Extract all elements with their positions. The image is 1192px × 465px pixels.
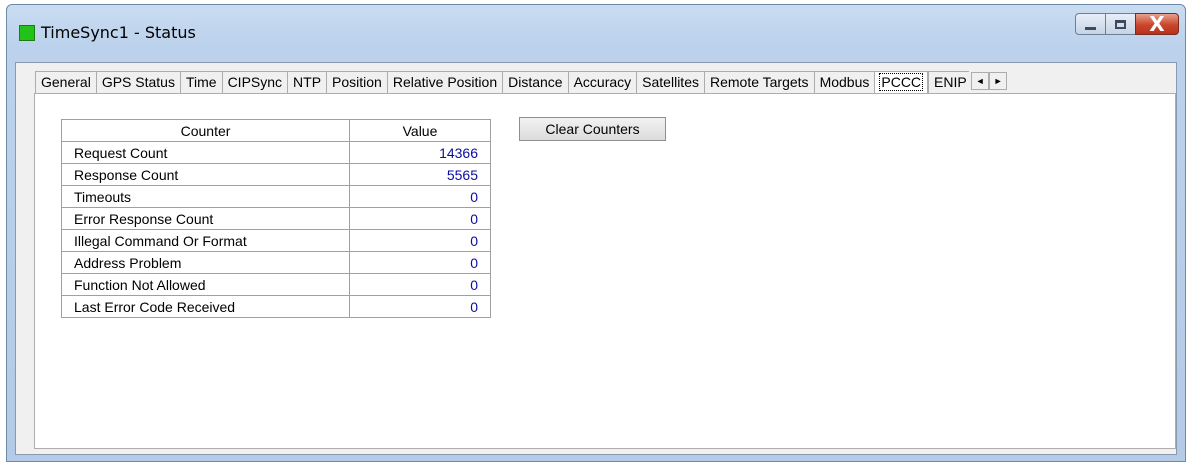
title-bar[interactable]: TimeSync1 - Status X — [7, 5, 1185, 63]
close-icon: X — [1149, 12, 1165, 36]
tab-label: CIPSync — [227, 74, 283, 90]
tab-label: GPS Status — [101, 74, 175, 90]
counter-name: Response Count — [61, 163, 350, 186]
tab-satellites[interactable]: Satellites — [636, 71, 704, 93]
table-row[interactable]: Response Count 5565 — [61, 163, 491, 186]
column-header-counter[interactable]: Counter — [61, 119, 350, 142]
window-title: TimeSync1 - Status — [41, 23, 196, 42]
tab-label: Distance — [508, 74, 563, 90]
tab-label: Position — [332, 74, 382, 90]
tab-scroll-controls: ◄ ► — [971, 72, 1008, 93]
table-row[interactable]: Error Response Count 0 — [61, 207, 491, 230]
counter-name: Address Problem — [61, 251, 350, 274]
tab-label: Remote Targets — [709, 74, 809, 90]
table-row[interactable]: Function Not Allowed 0 — [61, 273, 491, 296]
counter-name: Function Not Allowed — [61, 273, 350, 296]
close-button[interactable]: X — [1135, 13, 1179, 35]
tab-general[interactable]: General — [35, 71, 96, 93]
maximize-button[interactable] — [1105, 13, 1135, 35]
tab-remote-targets[interactable]: Remote Targets — [703, 71, 814, 93]
counter-table: Counter Value Request Count 14366 Respon… — [61, 119, 491, 318]
tab-label: Modbus — [819, 74, 870, 90]
counter-value: 0 — [349, 273, 491, 296]
tab-position[interactable]: Position — [326, 71, 387, 93]
clear-counters-button[interactable]: Clear Counters — [519, 117, 666, 141]
minimize-icon — [1085, 26, 1096, 30]
counter-name: Error Response Count — [61, 207, 350, 230]
column-header-value[interactable]: Value — [349, 119, 491, 142]
tab-relative-position[interactable]: Relative Position — [386, 71, 503, 93]
tab-label: Satellites — [642, 74, 699, 90]
counter-value: 14366 — [349, 141, 491, 164]
counter-value: 0 — [349, 295, 491, 318]
counter-value: 5565 — [349, 163, 491, 186]
pccc-tab-page: Counter Value Request Count 14366 Respon… — [34, 93, 1176, 449]
table-row[interactable]: Request Count 14366 — [61, 141, 491, 164]
tab-distance[interactable]: Distance — [502, 71, 568, 93]
tab-gps-status[interactable]: GPS Status — [95, 71, 180, 93]
minimize-button[interactable] — [1075, 13, 1105, 35]
client-area: General GPS Status Time CIPSync NTP Posi… — [15, 62, 1177, 455]
tab-label: NTP — [293, 74, 322, 90]
tab-label: ENIP — [934, 74, 967, 90]
tab-modbus[interactable]: Modbus — [813, 71, 875, 93]
counter-value: 0 — [349, 251, 491, 274]
tab-label: Accuracy — [573, 74, 632, 90]
tab-ntp[interactable]: NTP — [287, 71, 327, 93]
tab-scroll-right-icon[interactable]: ► — [989, 72, 1008, 90]
maximize-icon — [1115, 19, 1126, 29]
counter-name: Timeouts — [61, 185, 350, 208]
table-row[interactable]: Illegal Command Or Format 0 — [61, 229, 491, 252]
tab-accuracy[interactable]: Accuracy — [567, 71, 637, 93]
tab-enip[interactable]: ENIP — [928, 71, 970, 93]
counter-name: Request Count — [61, 141, 350, 164]
tab-time[interactable]: Time — [179, 71, 222, 93]
tab-label: General — [41, 74, 91, 90]
tab-pccc[interactable]: PCCC — [874, 71, 929, 94]
counter-name: Illegal Command Or Format — [61, 229, 350, 252]
status-window: TimeSync1 - Status X General GPS Status … — [6, 4, 1186, 462]
table-row[interactable]: Last Error Code Received 0 — [61, 295, 491, 318]
counter-name: Last Error Code Received — [61, 295, 350, 318]
table-row[interactable]: Address Problem 0 — [61, 251, 491, 274]
counter-value: 0 — [349, 185, 491, 208]
tab-cipsync[interactable]: CIPSync — [221, 71, 288, 93]
tab-scroll-left-icon[interactable]: ◄ — [971, 72, 990, 90]
counter-value: 0 — [349, 207, 491, 230]
table-row[interactable]: Timeouts 0 — [61, 185, 491, 208]
tab-strip: General GPS Status Time CIPSync NTP Posi… — [35, 71, 1008, 94]
tab-label: PCCC — [879, 73, 924, 91]
counter-value: 0 — [349, 229, 491, 252]
tab-label: Relative Position — [392, 74, 498, 90]
window-controls: X — [1075, 13, 1179, 35]
table-header-row: Counter Value — [61, 119, 491, 142]
tab-label: Time — [185, 74, 217, 90]
app-icon — [19, 25, 35, 41]
